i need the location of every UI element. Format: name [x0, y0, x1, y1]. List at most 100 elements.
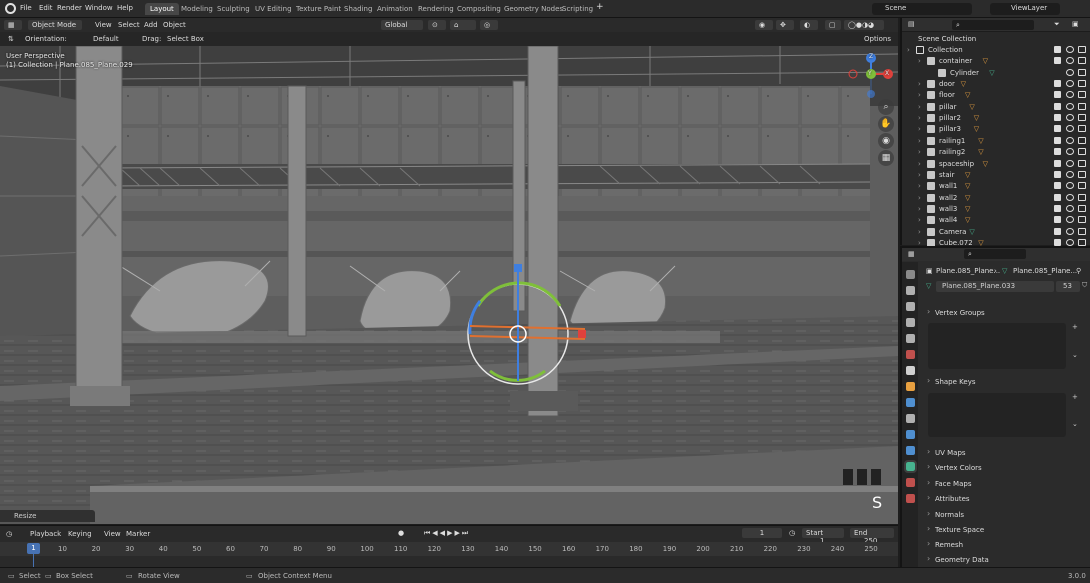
render-camera-icon[interactable] [1078, 182, 1086, 190]
mesh-data-icon[interactable]: ▽ [965, 194, 970, 202]
fake-user-icon[interactable]: ⛉ [1082, 281, 1087, 290]
outliner-row[interactable]: › railing2 ▽ [902, 147, 1090, 158]
editor-type-icon[interactable]: ▦ [4, 20, 22, 30]
mesh-data-icon[interactable]: ▽ [965, 91, 970, 99]
outliner-row[interactable]: › pillar3 ▽ [902, 124, 1090, 135]
timeline-menu-playback[interactable]: Playback [30, 530, 61, 538]
render-camera-icon[interactable] [1078, 216, 1086, 224]
visibility-eye-icon[interactable] [1066, 204, 1074, 212]
exclude-checkbox[interactable] [1054, 57, 1061, 65]
expand-arrow-icon[interactable]: › [918, 160, 921, 168]
vertex-group-menu-icon[interactable]: ⌄ [1072, 351, 1078, 359]
exclude-checkbox[interactable] [1054, 148, 1061, 156]
transform-gizmo-icon[interactable]: ⇅ [8, 35, 14, 43]
end-frame-field[interactable]: End 250 [850, 528, 894, 545]
drag-dropdown[interactable]: Select Box [167, 35, 204, 43]
pin-icon[interactable]: ⚲ [1076, 267, 1081, 275]
visibility-eye-icon[interactable] [1066, 148, 1074, 156]
tab-uv-editing[interactable]: UV Editing [250, 3, 297, 15]
render-camera-icon[interactable] [1078, 193, 1086, 201]
section-shape-keys[interactable]: Shape Keys [922, 375, 1088, 388]
outliner-row[interactable]: › Collection [902, 45, 1090, 56]
render-camera-icon[interactable] [1078, 102, 1086, 110]
visibility-eye-icon[interactable] [1066, 238, 1074, 246]
outliner-row[interactable]: › railing1 ▽ [902, 136, 1090, 147]
expand-arrow-icon[interactable]: › [918, 148, 921, 156]
modifier-tab-icon[interactable] [906, 398, 915, 407]
exclude-checkbox[interactable] [1054, 125, 1061, 133]
transform-orientation-dropdown[interactable]: Global [381, 20, 423, 30]
expand-arrow-icon[interactable]: › [918, 228, 921, 236]
expand-arrow-icon[interactable]: › [918, 171, 921, 179]
scene-collection-row[interactable]: Scene Collection [902, 34, 1090, 45]
render-camera-icon[interactable] [1078, 238, 1086, 246]
collection-tab-icon[interactable] [906, 366, 915, 375]
viewport-menu-object[interactable]: Object [163, 21, 186, 29]
expand-arrow-icon[interactable]: › [918, 80, 921, 88]
3d-viewport[interactable]: User Perspective (1) Collection | Plane.… [0, 46, 898, 524]
section-vertex-colors[interactable]: Vertex Colors [922, 461, 1088, 474]
outliner-search-input[interactable]: ⌕ [952, 20, 1034, 30]
xray-icon[interactable]: ▢ [825, 20, 841, 30]
mesh-data-icon[interactable]: ▽ [965, 182, 970, 190]
outliner-row[interactable]: › stair ▽ [902, 170, 1090, 181]
exclude-checkbox[interactable] [1054, 114, 1061, 122]
new-collection-icon[interactable]: ▣ [1072, 20, 1079, 28]
start-frame-field[interactable]: Start 1 [802, 528, 844, 545]
section-attributes[interactable]: Attributes [922, 492, 1088, 505]
pan-icon[interactable]: ✋ [878, 116, 894, 132]
blender-logo-icon[interactable] [5, 3, 16, 14]
mesh-name-field[interactable]: Plane.085_Plane.033 [936, 281, 1054, 292]
shading-modes-icon[interactable]: ◯●◑◕ [844, 20, 884, 30]
outliner-row[interactable]: › floor ▽ [902, 90, 1090, 101]
world-tab-icon[interactable] [906, 350, 915, 359]
expand-arrow-icon[interactable]: › [918, 216, 921, 224]
exclude-checkbox[interactable] [1054, 80, 1061, 88]
output-tab-icon[interactable] [906, 302, 915, 311]
mesh-data-icon[interactable]: ▽ [983, 57, 988, 65]
tab-compositing[interactable]: Compositing [452, 3, 506, 15]
outliner-row[interactable]: › wall4 ▽ [902, 215, 1090, 226]
shape-keys-list[interactable] [928, 393, 1066, 437]
menu-render[interactable]: Render [57, 4, 82, 12]
visibility-eye-icon[interactable] [1066, 125, 1074, 133]
playback-controls-icon[interactable]: ⏮◀◀▶▶⏭ [424, 529, 470, 538]
outliner-row[interactable]: › door ▽ [902, 79, 1090, 90]
tab-sculpting[interactable]: Sculpting [212, 3, 255, 15]
mesh-data-icon[interactable]: ▽ [983, 160, 988, 168]
render-camera-icon[interactable] [1078, 91, 1086, 99]
mesh-data-icon[interactable]: ▽ [961, 80, 966, 88]
section-texture-space[interactable]: Texture Space [922, 523, 1088, 536]
zoom-icon[interactable]: ⌕ [878, 99, 894, 115]
render-camera-icon[interactable] [1078, 136, 1086, 144]
visibility-eye-icon[interactable] [1066, 193, 1074, 201]
visibility-eye-icon[interactable] [1066, 216, 1074, 224]
scene-selector[interactable]: Scene [872, 3, 972, 15]
section-face-maps[interactable]: Face Maps [922, 477, 1088, 490]
mesh-data-icon[interactable]: ▽ [965, 171, 970, 179]
exclude-checkbox[interactable] [1054, 182, 1061, 190]
mesh-data-icon[interactable]: ▽ [989, 69, 994, 77]
section-remesh[interactable]: Remesh [922, 538, 1088, 551]
orientation-dropdown[interactable]: Default [93, 35, 119, 43]
texture-tab-icon[interactable] [906, 494, 915, 503]
view-layer-selector[interactable]: ViewLayer [990, 3, 1060, 15]
tab-animation[interactable]: Animation [372, 3, 418, 15]
outliner-row[interactable]: › wall1 ▽ [902, 181, 1090, 192]
visibility-eye-icon[interactable] [1066, 182, 1074, 190]
exclude-checkbox[interactable] [1054, 102, 1061, 110]
physics-tab-icon[interactable] [906, 430, 915, 439]
expand-arrow-icon[interactable]: › [918, 114, 921, 122]
vertex-group-add-icon[interactable]: + [1072, 323, 1078, 331]
visibility-eye-icon[interactable] [1066, 170, 1074, 178]
exclude-checkbox[interactable] [1054, 159, 1061, 167]
view-layer-tab-icon[interactable] [906, 318, 915, 327]
camera-data-icon[interactable]: ▽ [969, 228, 974, 236]
expand-arrow-icon[interactable]: › [907, 46, 910, 54]
grid-icon[interactable]: ▦ [878, 150, 894, 166]
data-tab-icon[interactable] [904, 460, 917, 473]
overlays-icon[interactable]: ◐ [800, 20, 818, 30]
exclude-checkbox[interactable] [1054, 193, 1061, 201]
vertex-groups-list[interactable] [928, 323, 1066, 369]
proportional-edit-icon[interactable]: ◎ [480, 20, 498, 30]
